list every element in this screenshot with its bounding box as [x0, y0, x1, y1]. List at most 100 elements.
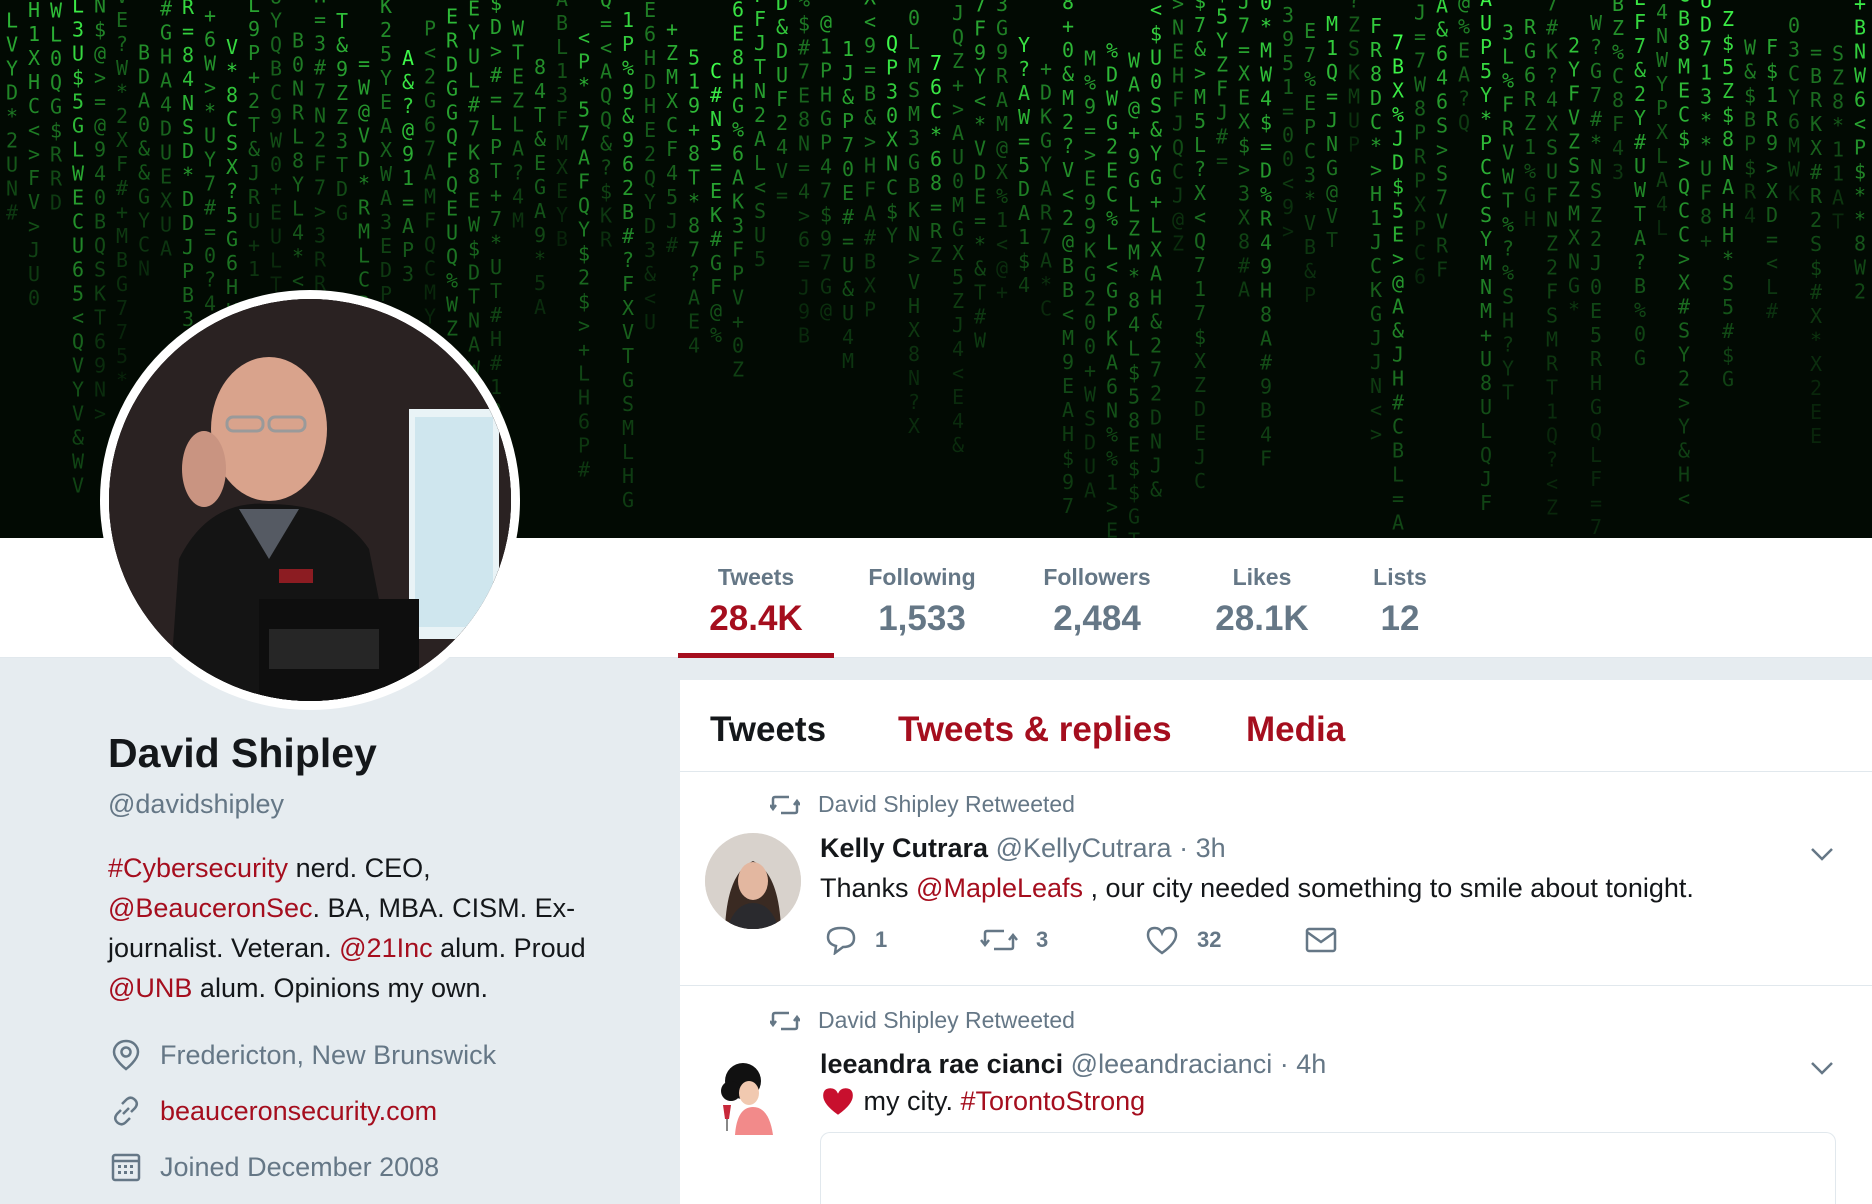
svg-text:?: ?: [908, 390, 920, 414]
svg-text:E: E: [160, 165, 172, 189]
svg-text:F: F: [754, 7, 766, 31]
retweet-context-text[interactable]: David Shipley Retweeted: [818, 1007, 1075, 1034]
svg-text:Q: Q: [1326, 60, 1338, 84]
chevron-down-icon[interactable]: [1807, 1053, 1837, 1083]
svg-text:4: 4: [1260, 422, 1272, 446]
bio-mention-link[interactable]: @UNB: [108, 973, 192, 1003]
svg-text:X: X: [1238, 109, 1250, 133]
svg-text:T: T: [1326, 228, 1338, 252]
svg-text:P: P: [842, 109, 854, 133]
tweet-author-name[interactable]: leeandra rae cianci: [820, 1049, 1063, 1079]
svg-text:X: X: [1568, 226, 1580, 250]
svg-text:#: #: [116, 176, 128, 200]
svg-text:G: G: [952, 217, 964, 241]
svg-text:C: C: [1106, 183, 1118, 207]
svg-text:=: =: [798, 155, 810, 179]
bio-mention-link[interactable]: @21Inc: [339, 933, 432, 963]
svg-text:K: K: [468, 140, 480, 164]
svg-text:Q: Q: [1458, 111, 1470, 135]
like-button[interactable]: 32: [1145, 925, 1305, 955]
svg-text:N: N: [1370, 374, 1382, 398]
bio-hashtag-link[interactable]: #Cybersecurity: [108, 853, 288, 883]
reply-button[interactable]: 1: [825, 925, 980, 955]
svg-text:V: V: [358, 124, 370, 148]
profile-avatar[interactable]: [100, 290, 520, 710]
svg-text:N: N: [1106, 399, 1118, 423]
svg-text:C: C: [1172, 159, 1184, 183]
stat-followers[interactable]: Followers 2,484: [1030, 538, 1164, 658]
svg-text:A: A: [1106, 351, 1118, 375]
svg-text:?: ?: [1590, 35, 1602, 59]
tweet-media-card[interactable]: [820, 1132, 1836, 1204]
svg-text:0: 0: [952, 169, 964, 193]
tweet-author-avatar[interactable]: [705, 833, 801, 929]
stat-lists[interactable]: Lists 12: [1358, 538, 1442, 658]
tab-tweets[interactable]: Tweets: [710, 710, 826, 750]
svg-text:E: E: [512, 65, 524, 89]
tweet-author-handle[interactable]: @KellyCutrara: [996, 833, 1172, 863]
svg-text:8: 8: [1414, 97, 1426, 121]
chevron-down-icon[interactable]: [1807, 839, 1837, 869]
svg-text:B: B: [1678, 7, 1690, 31]
tweet-author-name[interactable]: Kelly Cutrara: [820, 833, 988, 863]
retweet-button[interactable]: 3: [980, 926, 1145, 954]
stat-likes[interactable]: Likes 28.1K: [1202, 538, 1322, 658]
svg-text:+: +: [1084, 359, 1096, 383]
svg-text:R: R: [1524, 87, 1537, 111]
svg-text:9: 9: [1260, 374, 1272, 398]
svg-text:N: N: [1150, 430, 1162, 454]
svg-text:W: W: [50, 0, 63, 23]
svg-text:L: L: [490, 111, 502, 135]
svg-text:P: P: [1106, 303, 1118, 327]
svg-text:F: F: [116, 152, 128, 176]
svg-text:3: 3: [402, 262, 414, 286]
svg-text:W: W: [1260, 62, 1273, 86]
direct-message-button[interactable]: [1305, 927, 1337, 953]
svg-text:4: 4: [534, 79, 546, 103]
svg-text:X: X: [1810, 352, 1822, 376]
svg-text:F: F: [556, 107, 568, 131]
svg-text:$: $: [468, 236, 480, 260]
website-link[interactable]: beauceronsecurity.com: [160, 1096, 437, 1127]
svg-text:8: 8: [1238, 229, 1250, 253]
svg-text:Y: Y: [556, 203, 568, 227]
tab-tweets-replies[interactable]: Tweets & replies: [898, 710, 1172, 750]
svg-text:X: X: [1392, 79, 1404, 103]
svg-text:X: X: [1656, 120, 1668, 144]
svg-text:W: W: [1414, 73, 1427, 97]
profile-handle[interactable]: @davidshipley: [108, 789, 628, 820]
tweet-timestamp[interactable]: · 3h: [1179, 833, 1226, 863]
profile-name[interactable]: David Shipley: [108, 730, 628, 777]
tweet-hashtag-link[interactable]: #TorontoStrong: [961, 1086, 1146, 1117]
svg-text:E: E: [974, 184, 986, 208]
tweet-timestamp[interactable]: · 4h: [1280, 1049, 1327, 1079]
tweet-mention-link[interactable]: @MapleLeafs: [916, 873, 1083, 903]
svg-text:V: V: [908, 270, 920, 294]
svg-text:%: %: [1458, 15, 1470, 39]
svg-text:9: 9: [996, 40, 1008, 64]
svg-text:R: R: [1766, 107, 1779, 131]
stat-following[interactable]: Following 1,533: [852, 538, 992, 658]
svg-text:E: E: [1106, 159, 1118, 183]
svg-text:X: X: [1238, 205, 1250, 229]
svg-text:Y: Y: [270, 9, 282, 33]
tweet-author-handle[interactable]: @leeandracianci: [1071, 1049, 1273, 1079]
retweet-icon: [980, 929, 1018, 951]
stat-tweets[interactable]: Tweets 28.4K: [678, 538, 834, 658]
tweet-author-avatar[interactable]: [705, 1045, 801, 1141]
bio-mention-link[interactable]: @BeauceronSec: [108, 893, 313, 923]
svg-text:S: S: [1568, 154, 1580, 178]
svg-text:1: 1: [820, 35, 832, 59]
svg-text:B: B: [1260, 398, 1272, 422]
svg-text:?: ?: [1502, 333, 1514, 357]
svg-text:Q: Q: [446, 244, 458, 268]
tweet[interactable]: David Shipley Retweeted Kelly Cutrara @K…: [680, 773, 1872, 986]
retweet-context-text[interactable]: David Shipley Retweeted: [818, 791, 1075, 818]
svg-text:U: U: [160, 213, 172, 237]
svg-text:T: T: [1634, 202, 1646, 226]
tweet[interactable]: David Shipley Retweeted leeandra rae cia…: [680, 987, 1872, 1204]
svg-text:4: 4: [1128, 312, 1140, 336]
tab-media[interactable]: Media: [1246, 710, 1345, 750]
svg-text:T: T: [534, 103, 546, 127]
svg-text:0: 0: [1590, 275, 1602, 299]
